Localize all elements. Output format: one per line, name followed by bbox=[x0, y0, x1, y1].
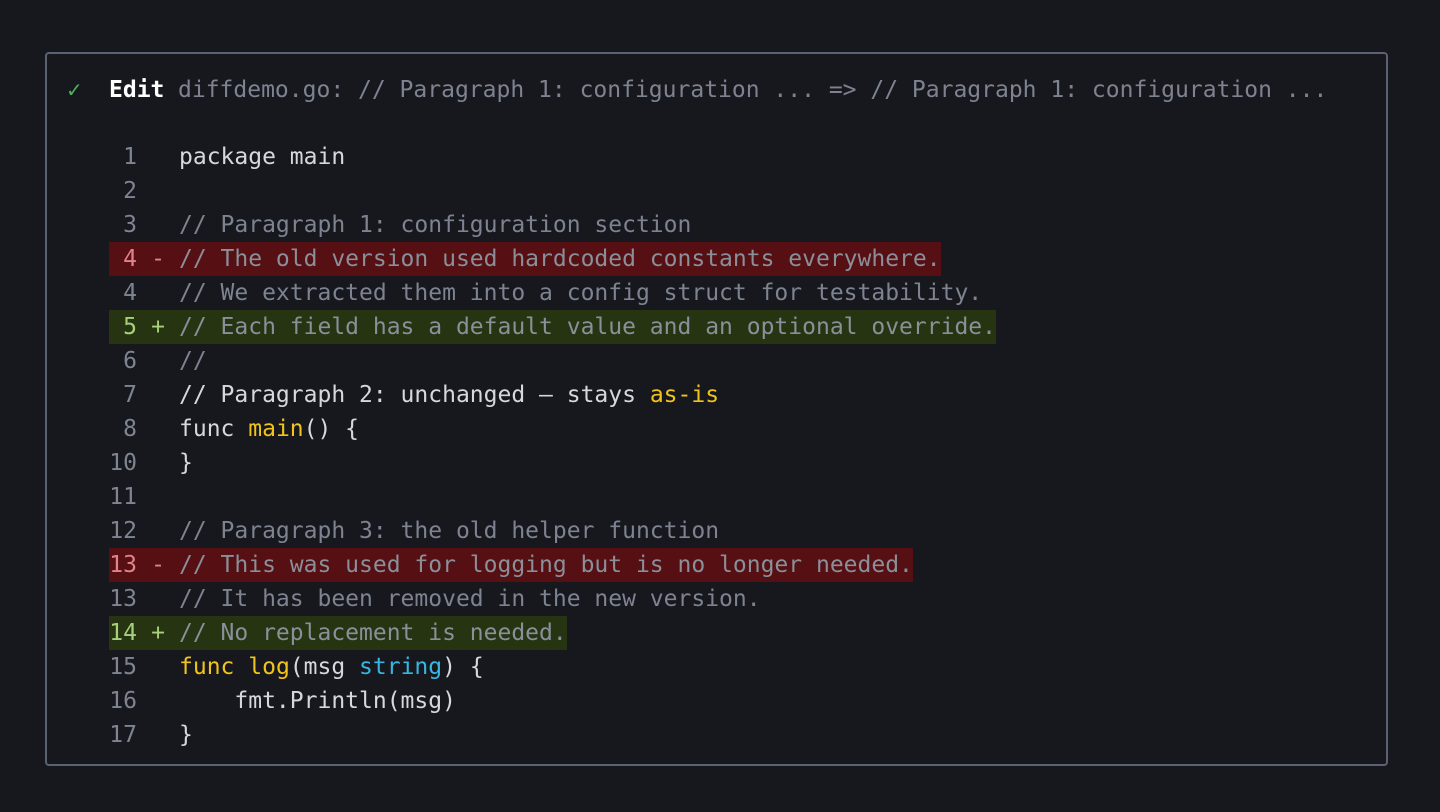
code-text: // bbox=[179, 348, 207, 374]
diff-line-content: 2 bbox=[109, 174, 179, 208]
diff-line-removed: 13-// This was used for logging but is n… bbox=[109, 548, 1359, 582]
line-number: 1 bbox=[123, 144, 137, 170]
tool-name: Edit bbox=[109, 77, 165, 103]
diff-line: 7 // Paragraph 2: unchanged — stays as-is bbox=[109, 378, 1359, 412]
code-text: func log(msg string) { bbox=[179, 654, 484, 680]
code-text: } bbox=[179, 722, 193, 748]
line-number: 10 bbox=[109, 450, 137, 476]
code-text: // Paragraph 3: the old helper function bbox=[179, 518, 720, 544]
diff-line-content: 10} bbox=[109, 446, 193, 480]
code-token: func bbox=[179, 654, 249, 680]
code-token: main bbox=[248, 416, 304, 442]
line-number: 12 bbox=[109, 518, 137, 544]
code-token: as-is bbox=[649, 382, 720, 408]
code-token: log bbox=[248, 654, 290, 680]
code-token: ) { bbox=[442, 654, 484, 680]
diff-marker: + bbox=[151, 620, 165, 646]
diff-line-added: 5 + // Each field has a default value and … bbox=[109, 310, 1359, 344]
check-icon: ✓ bbox=[66, 78, 83, 102]
diff-line: 15 func log(msg string) { bbox=[109, 650, 1359, 684]
line-number: 6 bbox=[123, 348, 137, 374]
line-number: 13 bbox=[109, 552, 137, 578]
diff-line-content: 5 + // Each field has a default value and … bbox=[109, 310, 996, 344]
code-text: package main bbox=[179, 144, 346, 170]
line-number: 8 bbox=[123, 416, 137, 442]
diff-line: 2 bbox=[109, 174, 1359, 208]
code-text: // The old version used hardcoded consta… bbox=[179, 246, 941, 272]
line-number: 17 bbox=[109, 722, 137, 748]
diff-marker: - bbox=[151, 552, 165, 578]
line-number: 5 bbox=[123, 314, 137, 340]
code-text: // Paragraph 1: configuration section bbox=[179, 212, 692, 238]
diff-line-added: 14 + // No replacement is needed. bbox=[109, 616, 1359, 650]
diff-line: 4 // We extracted them into a config stru… bbox=[109, 276, 1359, 310]
diff-code-block: 1 package main 2 3 // Paragraph 1: configura… bbox=[109, 140, 1359, 752]
code-text: // Each field has a default value and an… bbox=[179, 314, 996, 340]
line-number: 4 bbox=[123, 246, 137, 272]
code-token: () { bbox=[303, 416, 360, 442]
diff-line: 6 // bbox=[109, 344, 1359, 378]
diff-line: 16 fmt.Println(msg) bbox=[109, 684, 1359, 718]
line-number: 16 bbox=[109, 688, 137, 714]
code-text: fmt.Println(msg) bbox=[179, 688, 456, 714]
diff-line: 11 bbox=[109, 480, 1359, 514]
line-number: 7 bbox=[123, 382, 137, 408]
diff-line-content: 11 bbox=[109, 480, 179, 514]
diff-line-content: 13 // It has been removed in the new vers… bbox=[109, 582, 761, 616]
diff-line: 12 // Paragraph 3: the old helper functio… bbox=[109, 514, 1359, 548]
diff-line-content: 4 // We extracted them into a config stru… bbox=[109, 276, 982, 310]
line-number: 15 bbox=[109, 654, 137, 680]
edit-description: diffdemo.go: // Paragraph 1: configurati… bbox=[178, 77, 1328, 103]
code-token: func bbox=[179, 416, 249, 442]
line-number: 13 bbox=[109, 586, 137, 612]
diff-line-content: 8 func main() { bbox=[109, 412, 359, 446]
line-number: 2 bbox=[123, 178, 137, 204]
line-number: 14 bbox=[109, 620, 137, 646]
code-text: // Paragraph 2: unchanged — stays as-is bbox=[179, 382, 719, 408]
diff-marker: + bbox=[151, 314, 165, 340]
diff-line: 13 // It has been removed in the new vers… bbox=[109, 582, 1359, 616]
diff-marker: - bbox=[151, 246, 165, 272]
line-number: 11 bbox=[109, 484, 137, 510]
diff-line-content: 15 func log(msg string) { bbox=[109, 650, 484, 684]
code-token: string bbox=[359, 654, 443, 680]
diff-line-content: 7 // Paragraph 2: unchanged — stays as-is bbox=[109, 378, 719, 412]
diff-line-content: 1 package main bbox=[109, 140, 345, 174]
diff-line-removed: 4-// The old version used hardcoded cons… bbox=[109, 242, 1359, 276]
code-text: // We extracted them into a config struc… bbox=[179, 280, 983, 306]
diff-line-content: 14 + // No replacement is needed. bbox=[109, 616, 567, 650]
code-text: // No replacement is needed. bbox=[179, 620, 567, 646]
line-number: 3 bbox=[123, 212, 137, 238]
diff-line-content: 4-// The old version used hardcoded cons… bbox=[109, 242, 941, 276]
code-token: (msg bbox=[289, 654, 360, 680]
diff-line: 10} bbox=[109, 446, 1359, 480]
diff-line-content: 3 // Paragraph 1: configuration section bbox=[109, 208, 691, 242]
diff-line-content: 17} bbox=[109, 718, 193, 752]
code-text: } bbox=[179, 450, 193, 476]
edit-header: ✓ Edit diffdemo.go: // Paragraph 1: conf… bbox=[47, 70, 1386, 110]
diff-line: 8 func main() { bbox=[109, 412, 1359, 446]
edit-diff-panel: ✓ Edit diffdemo.go: // Paragraph 1: conf… bbox=[45, 52, 1388, 766]
diff-line: 17} bbox=[109, 718, 1359, 752]
diff-line-content: 6 // bbox=[109, 344, 207, 378]
diff-line: 3 // Paragraph 1: configuration section bbox=[109, 208, 1359, 242]
code-text: // This was used for logging but is no l… bbox=[179, 552, 913, 578]
code-text: // It has been removed in the new versio… bbox=[179, 586, 761, 612]
line-number: 4 bbox=[123, 280, 137, 306]
code-text: func main() { bbox=[179, 416, 359, 442]
diff-line: 1 package main bbox=[109, 140, 1359, 174]
diff-line-content: 12 // Paragraph 3: the old helper functio… bbox=[109, 514, 719, 548]
code-token: // Paragraph 2: unchanged — stays bbox=[179, 382, 650, 408]
diff-line-content: 16 fmt.Println(msg) bbox=[109, 684, 456, 718]
diff-line-content: 13-// This was used for logging but is n… bbox=[109, 548, 913, 582]
